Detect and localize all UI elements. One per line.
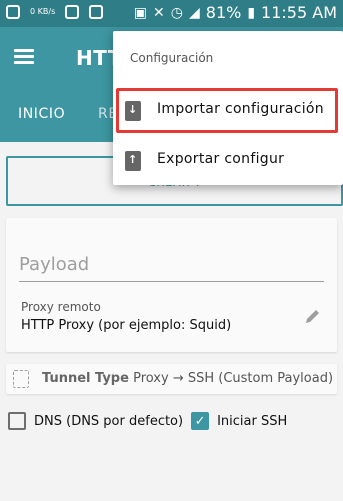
ssh-option[interactable]: Iniciar SSH <box>191 412 287 430</box>
status-icons-left: 0 KB/s <box>6 5 104 19</box>
dns-option[interactable]: DNS (DNS por defecto) <box>8 412 183 430</box>
mute-icon: ✕ <box>153 5 165 21</box>
export-file-icon <box>125 151 141 171</box>
network-speed: 0 KB/s <box>30 7 56 16</box>
tunnel-type-row[interactable]: Tunnel Type Proxy → SSH (Custom Payload) <box>6 364 337 394</box>
tunnel-type-label: Tunnel Type <box>42 371 129 386</box>
payload-input[interactable] <box>19 248 324 282</box>
tunnel-type-value: Proxy → SSH (Custom Payload) <box>133 371 334 386</box>
export-config-item[interactable]: Exportar configur <box>113 137 343 185</box>
headset-icon <box>65 5 80 19</box>
battery-icon: ▮ <box>247 5 256 21</box>
signal-icon: ◢ <box>188 5 200 21</box>
dns-label: DNS (DNS por defecto) <box>34 413 184 429</box>
status-icons-right: ▣ ✕ ◷ ◢ 81% ▮ 11:55 AM <box>134 4 337 22</box>
tunnel-type-text: Tunnel Type Proxy → SSH (Custom Payload) <box>42 371 333 386</box>
nfc-icon: ▣ <box>133 5 148 21</box>
export-config-label: Exportar configur <box>157 151 285 167</box>
highlight-box <box>116 88 338 133</box>
tunnel-icon <box>13 370 29 388</box>
settings-icon <box>89 5 104 19</box>
battery-level: 81% <box>205 3 242 22</box>
proxy-value[interactable]: HTTP Proxy (por ejemplo: Squid) <box>21 318 231 333</box>
config-dropdown-menu: Configuración Importar configuración Exp… <box>113 31 343 185</box>
notification-icon <box>6 5 20 19</box>
menu-header: Configuración <box>130 51 214 65</box>
clock: 11:55 AM <box>261 3 337 22</box>
options-row: DNS (DNS por defecto) Iniciar SSH <box>8 410 295 432</box>
status-bar: 0 KB/s ▣ ✕ ◷ ◢ 81% ▮ 11:55 AM <box>0 0 343 27</box>
ssh-checkbox[interactable] <box>191 412 210 430</box>
pencil-icon[interactable] <box>303 306 323 326</box>
ssh-label: Iniciar SSH <box>217 413 288 429</box>
alarm-icon: ◷ <box>170 5 183 21</box>
hamburger-menu-icon[interactable] <box>14 49 34 65</box>
proxy-label: Proxy remoto <box>21 300 101 314</box>
tab-inicio[interactable]: INICIO <box>18 106 65 122</box>
config-card: Proxy remoto HTTP Proxy (por ejemplo: Sq… <box>6 218 337 352</box>
dns-checkbox[interactable] <box>8 412 26 430</box>
